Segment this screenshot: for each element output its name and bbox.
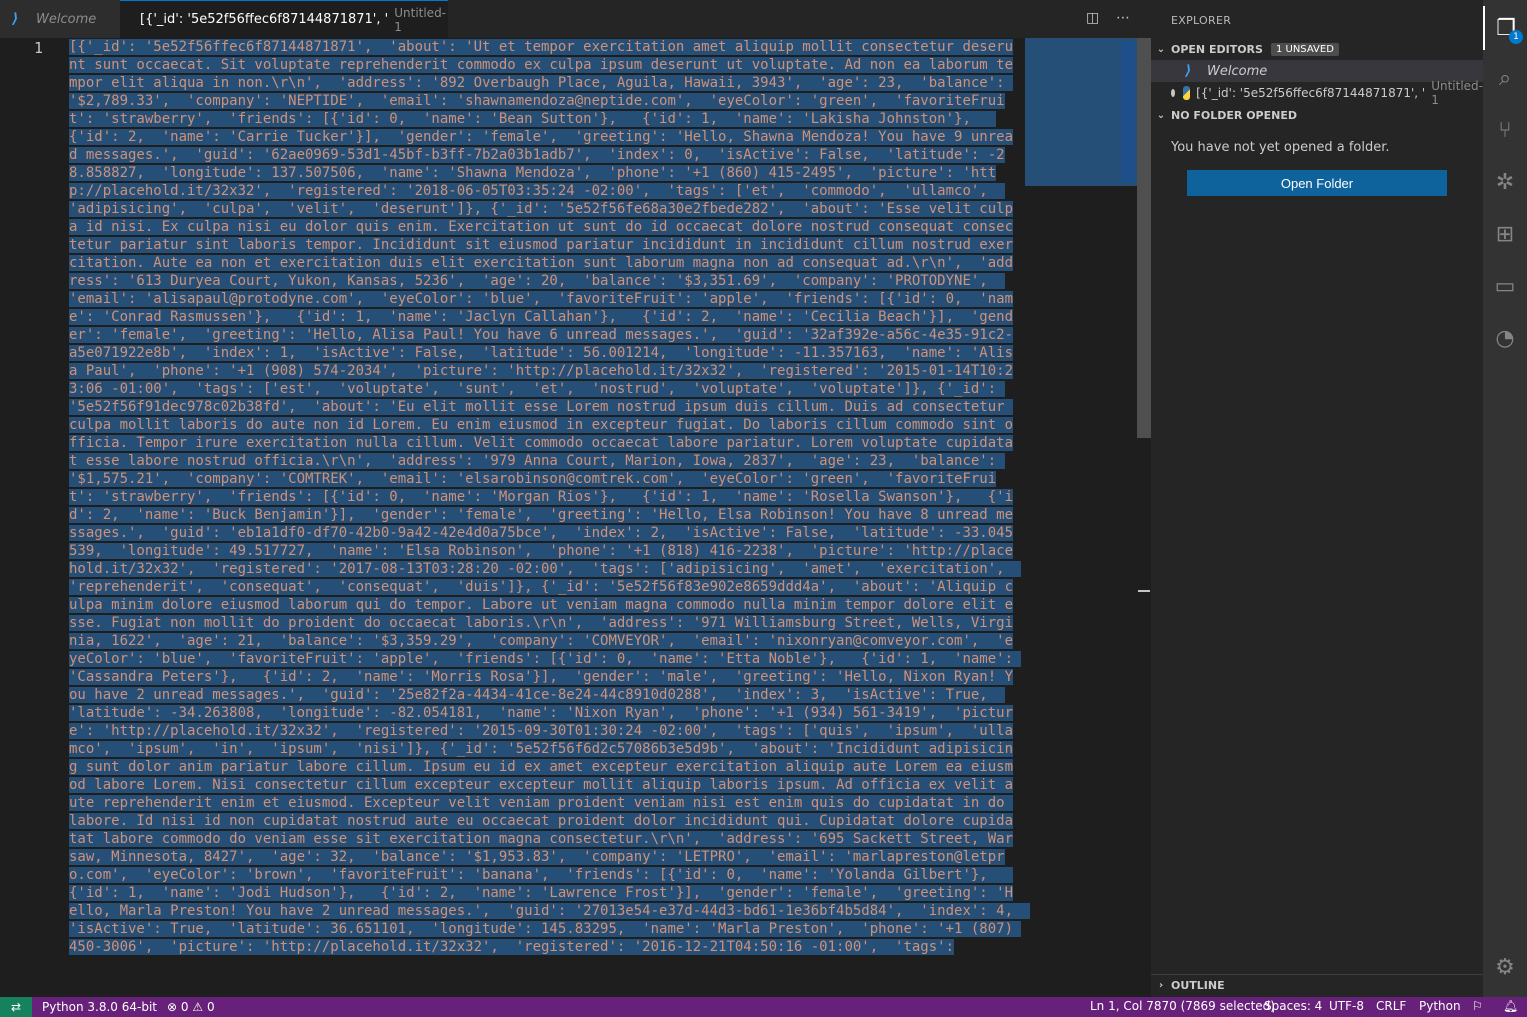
remote-icon[interactable]: ⇄ — [0, 997, 32, 1017]
section-label: OUTLINE — [1171, 979, 1225, 992]
section-label: OPEN EDITORS — [1171, 42, 1263, 56]
status-bar: ⇄ Python 3.8.0 64-bit ⊗ 0 ⚠ 0 Ln 1, Col … — [0, 997, 1527, 1017]
open-editor-description: Untitled-1 — [1431, 79, 1483, 107]
git-graph-icon[interactable]: ◔ — [1483, 316, 1527, 360]
line-gutter: 1 — [0, 38, 60, 997]
tab-label: [{'_id': '5e52f56ffec6f87144871871', ' — [140, 12, 389, 27]
tab-welcome[interactable]: ⟩ Welcome — [0, 0, 120, 38]
split-editor-icon[interactable]: ◫ — [1086, 10, 1099, 26]
explorer-icon[interactable]: ❐ 1 — [1483, 6, 1527, 50]
minimap[interactable] — [1025, 38, 1137, 186]
debug-icon[interactable]: ✲ — [1483, 160, 1527, 204]
open-editors-header[interactable]: ⌄ OPEN EDITORS 1 UNSAVED — [1151, 38, 1483, 60]
activity-bar: ❐ 1 ⌕ ⑂ ✲ ⊞ ▭ ◔ ⚙ — [1483, 0, 1527, 997]
line-number: 1 — [33, 39, 43, 57]
tab-untitled-1[interactable]: [{'_id': '5e52f56ffec6f87144871871', ' U… — [120, 0, 448, 38]
error-icon: ⊗ — [167, 1000, 178, 1014]
error-count: 0 — [180, 1000, 189, 1014]
remote-explorer-icon[interactable]: ▭ — [1483, 264, 1527, 308]
open-editor-untitled[interactable]: [{'_id': '5e52f56ffec6f87144871871', ' U… — [1151, 79, 1483, 107]
tab-bar: ⟩ Welcome [{'_id': '5e52f56ffec6f8714487… — [0, 0, 1151, 38]
scrollbar-thumb[interactable] — [1137, 38, 1151, 438]
cursor-marker — [1138, 590, 1150, 592]
vscode-icon: ⟩ — [1185, 63, 1192, 79]
cursor-position[interactable]: Ln 1, Col 7870 (7869 selected) — [1090, 999, 1275, 1013]
open-editor-label: [{'_id': '5e52f56ffec6f87144871871', ' — [1196, 86, 1426, 100]
code-text[interactable]: [{'_id': '5e52f56ffec6f87144871871', 'ab… — [69, 38, 1030, 956]
extensions-icon[interactable]: ⊞ — [1483, 212, 1527, 256]
more-actions-icon[interactable]: ⋯ — [1116, 10, 1130, 26]
tab-description: Untitled-1 — [394, 5, 447, 34]
vscode-icon: ⟩ — [12, 11, 19, 27]
chevron-right-icon: › — [1158, 980, 1164, 991]
explorer-badge: 1 — [1509, 30, 1523, 44]
sidebar-title: EXPLORER — [1171, 14, 1232, 27]
search-icon[interactable]: ⌕ — [1483, 56, 1527, 100]
no-folder-message: You have not yet opened a folder. — [1171, 140, 1390, 155]
encoding[interactable]: UTF-8 — [1329, 999, 1364, 1013]
explorer-sidebar: EXPLORER ⌄ OPEN EDITORS 1 UNSAVED ⟩ Welc… — [1151, 0, 1483, 997]
warning-icon: ⚠ — [192, 1000, 204, 1014]
minimap-slider[interactable] — [1121, 42, 1135, 182]
tab-label: Welcome — [36, 11, 97, 27]
problems-indicator[interactable]: ⊗ 0 ⚠ 0 — [167, 1000, 215, 1014]
selected-code: [{'_id': '5e52f56ffec6f87144871871', 'ab… — [69, 39, 1030, 955]
python-icon — [1183, 86, 1191, 100]
indentation[interactable]: Spaces: 4 — [1264, 999, 1322, 1013]
vertical-scrollbar[interactable] — [1137, 38, 1151, 997]
open-folder-button[interactable]: Open Folder — [1187, 170, 1447, 196]
chevron-down-icon: ⌄ — [1156, 43, 1166, 55]
gear-icon[interactable]: ⚙ — [1483, 945, 1527, 989]
source-control-icon[interactable]: ⑂ — [1483, 108, 1527, 152]
feedback-icon[interactable]: ⚐ — [1472, 999, 1483, 1013]
line-ending[interactable]: CRLF — [1376, 999, 1406, 1013]
python-interpreter[interactable]: Python 3.8.0 64-bit — [42, 1000, 157, 1014]
unsaved-badge: 1 UNSAVED — [1270, 42, 1339, 56]
section-label: NO FOLDER OPENED — [1171, 108, 1297, 122]
warning-count: 0 — [206, 1000, 215, 1014]
outline-header[interactable]: › OUTLINE — [1151, 974, 1483, 996]
chevron-down-icon: ⌄ — [1156, 109, 1166, 121]
notifications-icon[interactable]: 🔔︎ — [1503, 999, 1518, 1013]
unsaved-dot-icon[interactable] — [1171, 89, 1176, 97]
language-mode[interactable]: Python — [1419, 999, 1461, 1013]
open-editor-label: Welcome — [1207, 63, 1268, 79]
no-folder-header[interactable]: ⌄ NO FOLDER OPENED — [1151, 104, 1483, 126]
editor[interactable]: 1 [{'_id': '5e52f56ffec6f87144871871', '… — [0, 38, 1137, 997]
